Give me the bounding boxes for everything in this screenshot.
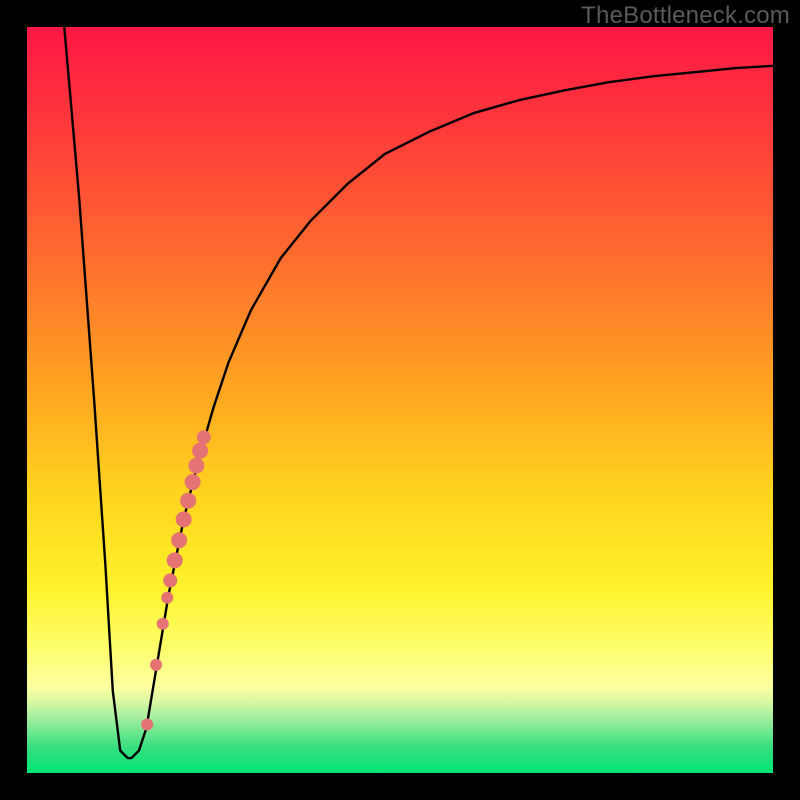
plot-area <box>27 27 773 773</box>
marker-point <box>176 511 192 527</box>
marker-point <box>141 719 153 731</box>
marker-point <box>192 443 208 459</box>
marker-point <box>150 659 162 671</box>
marker-point <box>171 532 187 548</box>
chart-svg <box>27 27 773 773</box>
watermark-text: TheBottleneck.com <box>581 2 790 30</box>
gradient-background <box>27 27 773 773</box>
marker-point <box>185 474 201 490</box>
marker-point <box>167 552 183 568</box>
marker-point <box>180 493 196 509</box>
marker-point <box>163 574 177 588</box>
marker-point <box>197 430 211 444</box>
marker-point <box>188 458 204 474</box>
marker-point <box>157 618 169 630</box>
marker-point <box>161 592 173 604</box>
